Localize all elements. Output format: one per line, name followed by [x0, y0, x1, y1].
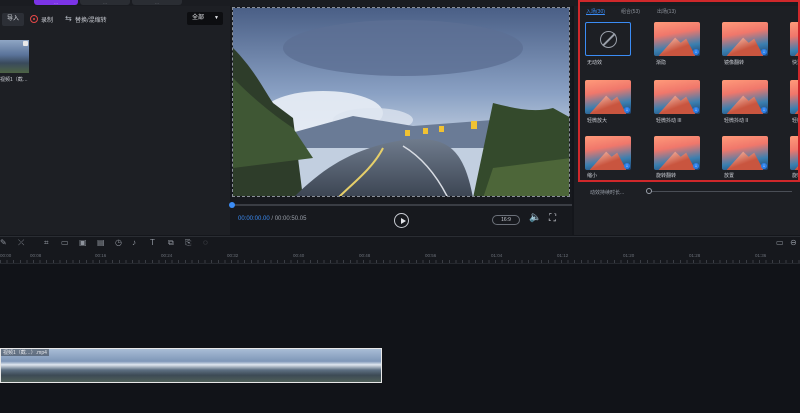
- ruler-label: 00:08: [30, 253, 42, 258]
- aspect-ratio-select[interactable]: 16:9: [492, 215, 520, 225]
- more-icon[interactable]: ◌: [203, 238, 208, 248]
- timecode: 00:00:00.00 / 00:00:50.05: [238, 216, 306, 222]
- ruler-label: 00:56: [425, 253, 437, 258]
- copy-icon[interactable]: ⧉: [168, 238, 174, 248]
- ruler-label: 01:20: [623, 253, 635, 258]
- magic-icon[interactable]: ⤫: [18, 238, 24, 248]
- edit-icon[interactable]: ✎: [0, 238, 7, 248]
- ruler-label: 00:40: [293, 253, 305, 258]
- ruler-ticks: [0, 260, 800, 263]
- playhead-handle[interactable]: [229, 202, 235, 208]
- ruler-label: 01:12: [557, 253, 569, 258]
- total-time: 00:00:50.05: [274, 216, 307, 222]
- media-panel: [0, 6, 230, 235]
- ruler-label: 01:36: [755, 253, 767, 258]
- clock-icon[interactable]: ◷: [115, 238, 122, 248]
- media-filter-select[interactable]: 全部 ▼: [187, 12, 223, 25]
- top-tab-2[interactable]: …: [80, 0, 130, 5]
- record-label[interactable]: 录制: [41, 15, 53, 24]
- ruler-label: 00:24: [161, 253, 173, 258]
- mosaic-icon[interactable]: ▣: [79, 238, 87, 248]
- zoom-icon[interactable]: ⊖: [790, 238, 797, 248]
- video-clip[interactable]: [0, 348, 382, 383]
- media-thumbnail[interactable]: [0, 40, 29, 73]
- video-preview[interactable]: [232, 7, 570, 197]
- volume-icon[interactable]: 🔈: [529, 212, 541, 224]
- highlight-annotation-box: [578, 0, 800, 182]
- media-thumbnail-caption: 视频1（截…: [0, 77, 28, 83]
- swap-icon[interactable]: ⇆: [65, 14, 72, 23]
- image-icon[interactable]: ▤: [97, 238, 105, 248]
- effect-duration-handle[interactable]: [646, 188, 652, 194]
- ruler-label: 00:00: [0, 253, 12, 258]
- timeline-tracks[interactable]: [0, 264, 800, 413]
- added-badge-icon: [23, 41, 28, 46]
- paste-icon[interactable]: ⎘: [185, 238, 191, 248]
- swap-label[interactable]: 替换/混缩转: [75, 15, 107, 24]
- playback-scrubber[interactable]: [230, 204, 572, 206]
- effect-duration-slider[interactable]: [648, 191, 792, 192]
- top-tab-1[interactable]: …: [34, 0, 78, 5]
- clip-frame: [218, 349, 282, 382]
- clip-frame: [280, 349, 344, 382]
- filter-value: 全部: [192, 15, 205, 21]
- top-tab-3[interactable]: …: [132, 0, 182, 5]
- landscape-frame: [233, 8, 569, 196]
- resize-icon[interactable]: ▭: [61, 238, 69, 248]
- ruler-label: 01:28: [689, 253, 701, 258]
- import-button[interactable]: 导入: [2, 13, 24, 26]
- current-time: 00:00:00.00: [238, 216, 270, 222]
- fullscreen-icon[interactable]: ⛶: [549, 213, 556, 225]
- storyboard-icon[interactable]: ▭: [776, 238, 784, 248]
- clip-caption: 视频1（截…）.mp4: [1, 349, 49, 356]
- record-icon[interactable]: [30, 15, 38, 23]
- play-button[interactable]: [394, 213, 409, 228]
- ruler-label: 00:48: [359, 253, 371, 258]
- ruler-label: 00:32: [227, 253, 239, 258]
- clip-frame: [156, 349, 220, 382]
- mic-icon[interactable]: ♪: [132, 238, 136, 248]
- clip-frame: [342, 349, 381, 382]
- text-icon[interactable]: T: [150, 238, 155, 248]
- crop-icon[interactable]: ⌗: [44, 238, 49, 248]
- chevron-down-icon: ▼: [214, 15, 219, 21]
- clip-frame: [94, 349, 158, 382]
- ruler-label: 01:04: [491, 253, 503, 258]
- effect-duration-label: 动效持续时长...: [590, 190, 625, 196]
- ruler-label: 00:16: [95, 253, 107, 258]
